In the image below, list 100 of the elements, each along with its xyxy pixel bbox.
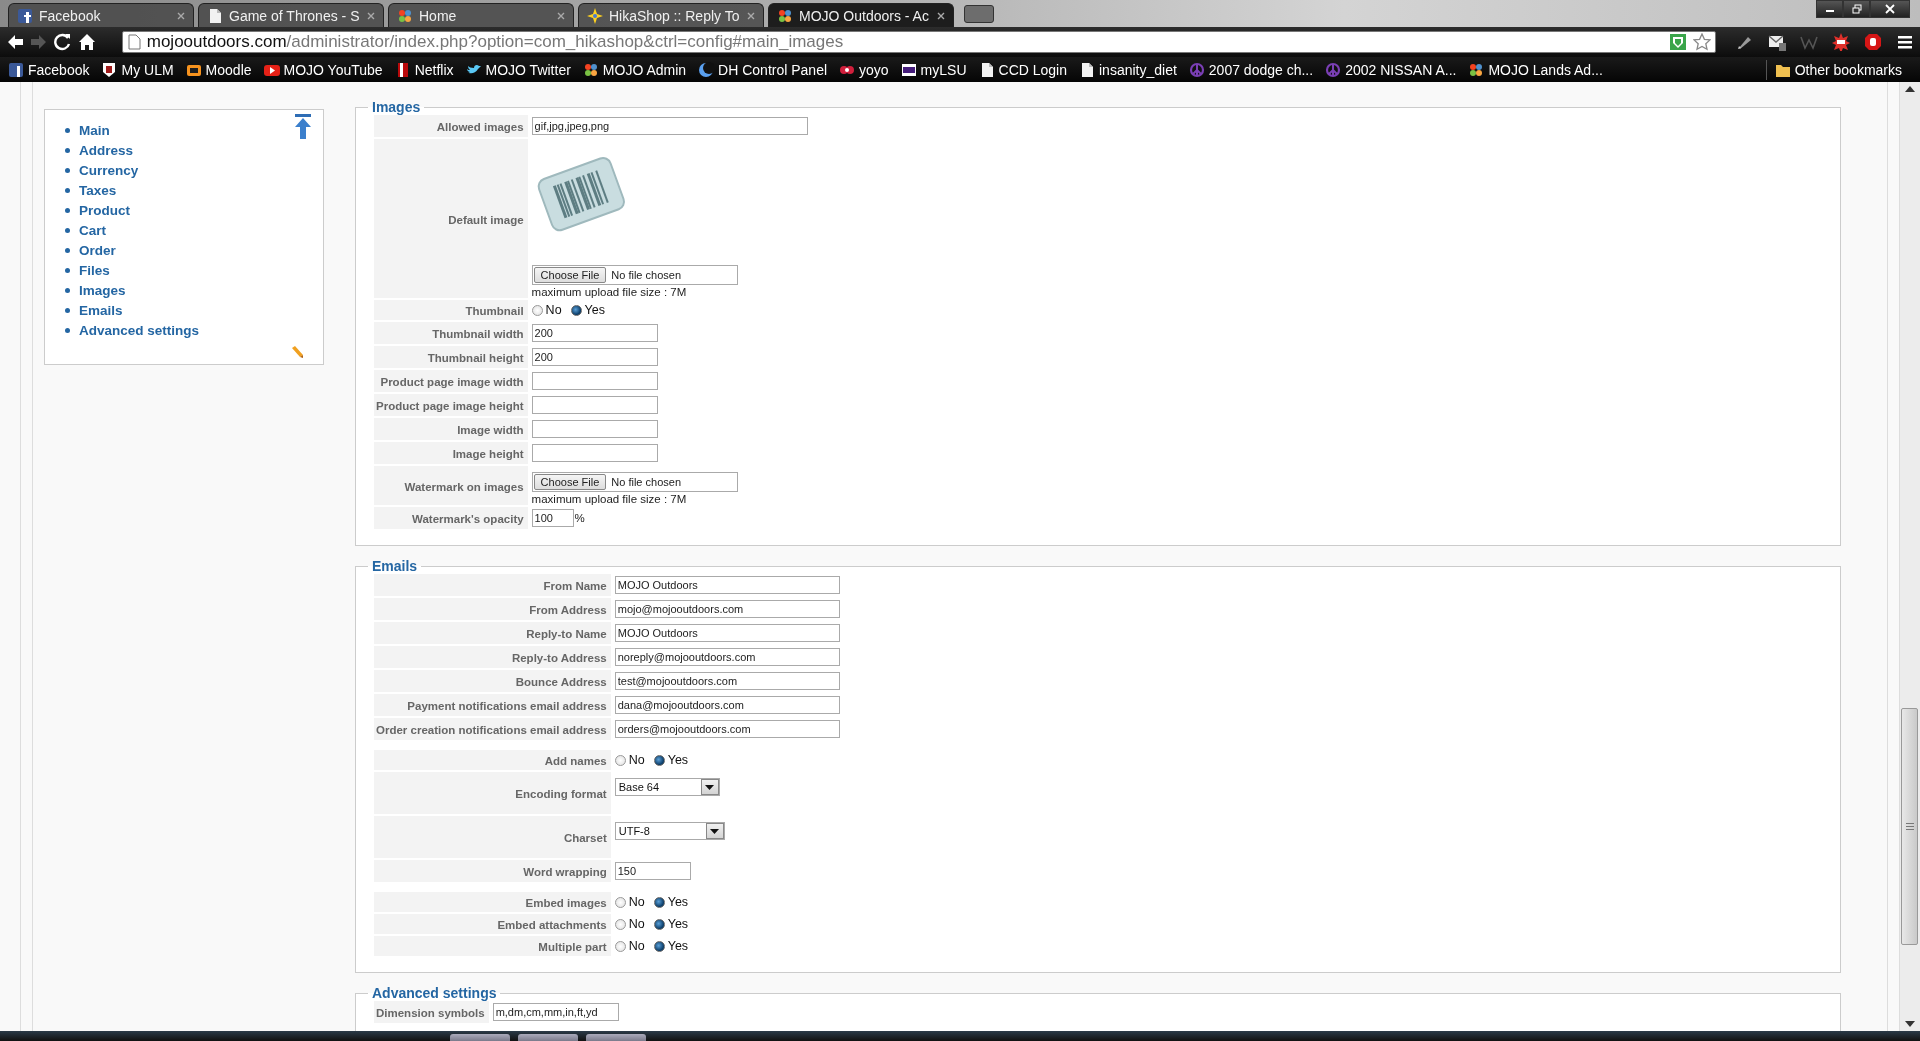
sidebar-link[interactable]: Emails [79, 302, 123, 318]
home-icon[interactable] [78, 33, 96, 51]
text-field[interactable]: orders@mojooutdoors.com [614, 720, 840, 738]
file-field[interactable]: Choose File No file chosen [531, 265, 738, 285]
radio-button[interactable] [653, 896, 665, 908]
bookmark[interactable]: My ULM [101, 61, 174, 78]
bookmark[interactable]: DH Control Panel [698, 61, 828, 78]
browser-tab[interactable]: Facebook [8, 3, 194, 27]
text-field[interactable] [531, 444, 658, 462]
radio-button[interactable] [531, 304, 543, 316]
text-field[interactable]: gif,jpg,jpeg,png [531, 117, 808, 135]
arrow-up-icon[interactable] [293, 114, 313, 139]
tab-close-button[interactable] [557, 11, 565, 20]
sidebar-link[interactable]: Taxes [79, 182, 117, 198]
file-status: No file chosen [611, 269, 682, 281]
stop-icon[interactable] [1864, 33, 1882, 51]
sidebar-link[interactable]: Currency [79, 162, 139, 178]
text-field[interactable]: m,dm,cm,mm,in,ft,yd [492, 1003, 619, 1021]
restore-button[interactable] [1843, 0, 1870, 18]
radio-button[interactable] [614, 896, 626, 908]
radio-button[interactable] [653, 754, 665, 766]
browser-tab[interactable]: Home [388, 3, 574, 27]
radio-button[interactable] [614, 754, 626, 766]
bullet-icon [65, 187, 70, 193]
text-field[interactable] [531, 396, 658, 414]
field-label: Image width [457, 424, 524, 436]
bookmark[interactable]: MOJO YouTube [263, 61, 383, 78]
address-bar[interactable]: mojooutdoors.com/administrator/index.php?option=com_hikashop&ctrl=config#main_images [121, 31, 1716, 53]
other-bookmarks-button[interactable]: Other bookmarks [1774, 61, 1902, 78]
sidebar-link[interactable]: Main [79, 122, 110, 138]
radio-button[interactable] [653, 918, 665, 930]
sidebar-link[interactable]: Product [79, 202, 130, 218]
bookmark[interactable]: MOJO Admin [582, 61, 687, 78]
text-field[interactable]: dana@mojooutdoors.com [614, 696, 840, 714]
new-tab-button[interactable] [964, 5, 994, 23]
bookmark[interactable]: insanity_diet [1079, 61, 1177, 78]
text-field[interactable]: test@mojooutdoors.com [614, 672, 840, 690]
bookmark[interactable]: 2007 dodge ch... [1188, 61, 1314, 78]
radio-label: Yes [584, 303, 605, 317]
reload-icon[interactable] [54, 33, 72, 51]
bookmark[interactable]: 2002 NISSAN A... [1325, 61, 1457, 78]
sidebar-link[interactable]: Files [79, 262, 110, 278]
field-label: Word wrapping [523, 866, 607, 878]
dropdown[interactable]: Base 64 [614, 778, 720, 796]
tab-close-button[interactable] [177, 11, 185, 20]
radio-button[interactable] [614, 918, 626, 930]
star-icon[interactable] [1693, 33, 1711, 51]
sidebar-link[interactable]: Order [79, 242, 116, 258]
bookmark[interactable]: CCD Login [978, 61, 1067, 78]
square-icon [8, 61, 24, 78]
choose-file-button[interactable]: Choose File [533, 267, 607, 283]
browser-tab[interactable]: MOJO Outdoors - Ac [768, 3, 954, 27]
section-title: Advanced settings [371, 985, 498, 1001]
scroll-up-icon[interactable] [1905, 86, 1915, 92]
sidebar-link[interactable]: Advanced settings [79, 322, 200, 338]
file-field[interactable]: Choose File No file chosen [531, 472, 738, 492]
bookmark[interactable]: Netflix [394, 61, 454, 78]
bookmark[interactable]: MOJO Twitter [465, 61, 571, 78]
radio-button[interactable] [653, 940, 665, 952]
menu-icon[interactable] [1896, 33, 1914, 51]
browser-tab[interactable]: HikaShop :: Reply To [578, 3, 764, 27]
browser-tab[interactable]: Game of Thrones - S [198, 3, 384, 27]
forward-icon[interactable] [30, 33, 48, 51]
mail-icon[interactable] [1768, 33, 1786, 51]
tab-close-button[interactable] [367, 11, 375, 20]
text-field[interactable]: MOJO Outdoors [614, 624, 840, 642]
bookmark[interactable]: MOJO Lands Ad... [1468, 61, 1603, 78]
sidebar-link[interactable]: Images [79, 282, 126, 298]
text-field[interactable]: noreply@mojooutdoors.com [614, 648, 840, 666]
text-field[interactable]: MOJO Outdoors [614, 576, 840, 594]
sidebar-link[interactable]: Address [79, 142, 134, 158]
text-field[interactable] [531, 372, 658, 390]
text-field[interactable]: mojo@mojooutdoors.com [614, 600, 840, 618]
bullet-icon [65, 307, 70, 313]
radio-button[interactable] [570, 304, 582, 316]
bookmark[interactable]: myLSU [900, 61, 967, 78]
text-field[interactable]: 100 [531, 509, 574, 527]
shield-icon[interactable] [1669, 33, 1687, 51]
bookmark[interactable]: yoyo [839, 61, 889, 78]
text-field[interactable]: 150 [614, 862, 691, 880]
radio-button[interactable] [614, 940, 626, 952]
tab-close-button[interactable] [937, 11, 945, 20]
scroll-down-icon[interactable] [1905, 1021, 1915, 1027]
tab-close-button[interactable] [747, 11, 755, 20]
text-field[interactable] [531, 420, 658, 438]
back-icon[interactable] [6, 33, 24, 51]
dropdown[interactable]: UTF-8 [614, 822, 725, 840]
badge-icon[interactable] [1832, 33, 1850, 51]
bookmark[interactable]: Facebook [8, 61, 90, 78]
scrollbar[interactable] [1899, 82, 1920, 1031]
text-field[interactable]: 200 [531, 324, 658, 342]
close-button[interactable] [1870, 0, 1910, 18]
minimize-button[interactable] [1816, 0, 1843, 18]
text-field[interactable]: 200 [531, 348, 658, 366]
bookmark[interactable]: Moodle [185, 61, 252, 78]
grip-icon[interactable] [1905, 823, 1914, 830]
scroll-thumb[interactable] [1901, 708, 1918, 945]
radio-label: Yes [667, 753, 689, 767]
choose-file-button[interactable]: Choose File [533, 474, 607, 490]
sidebar-link[interactable]: Cart [79, 222, 106, 238]
